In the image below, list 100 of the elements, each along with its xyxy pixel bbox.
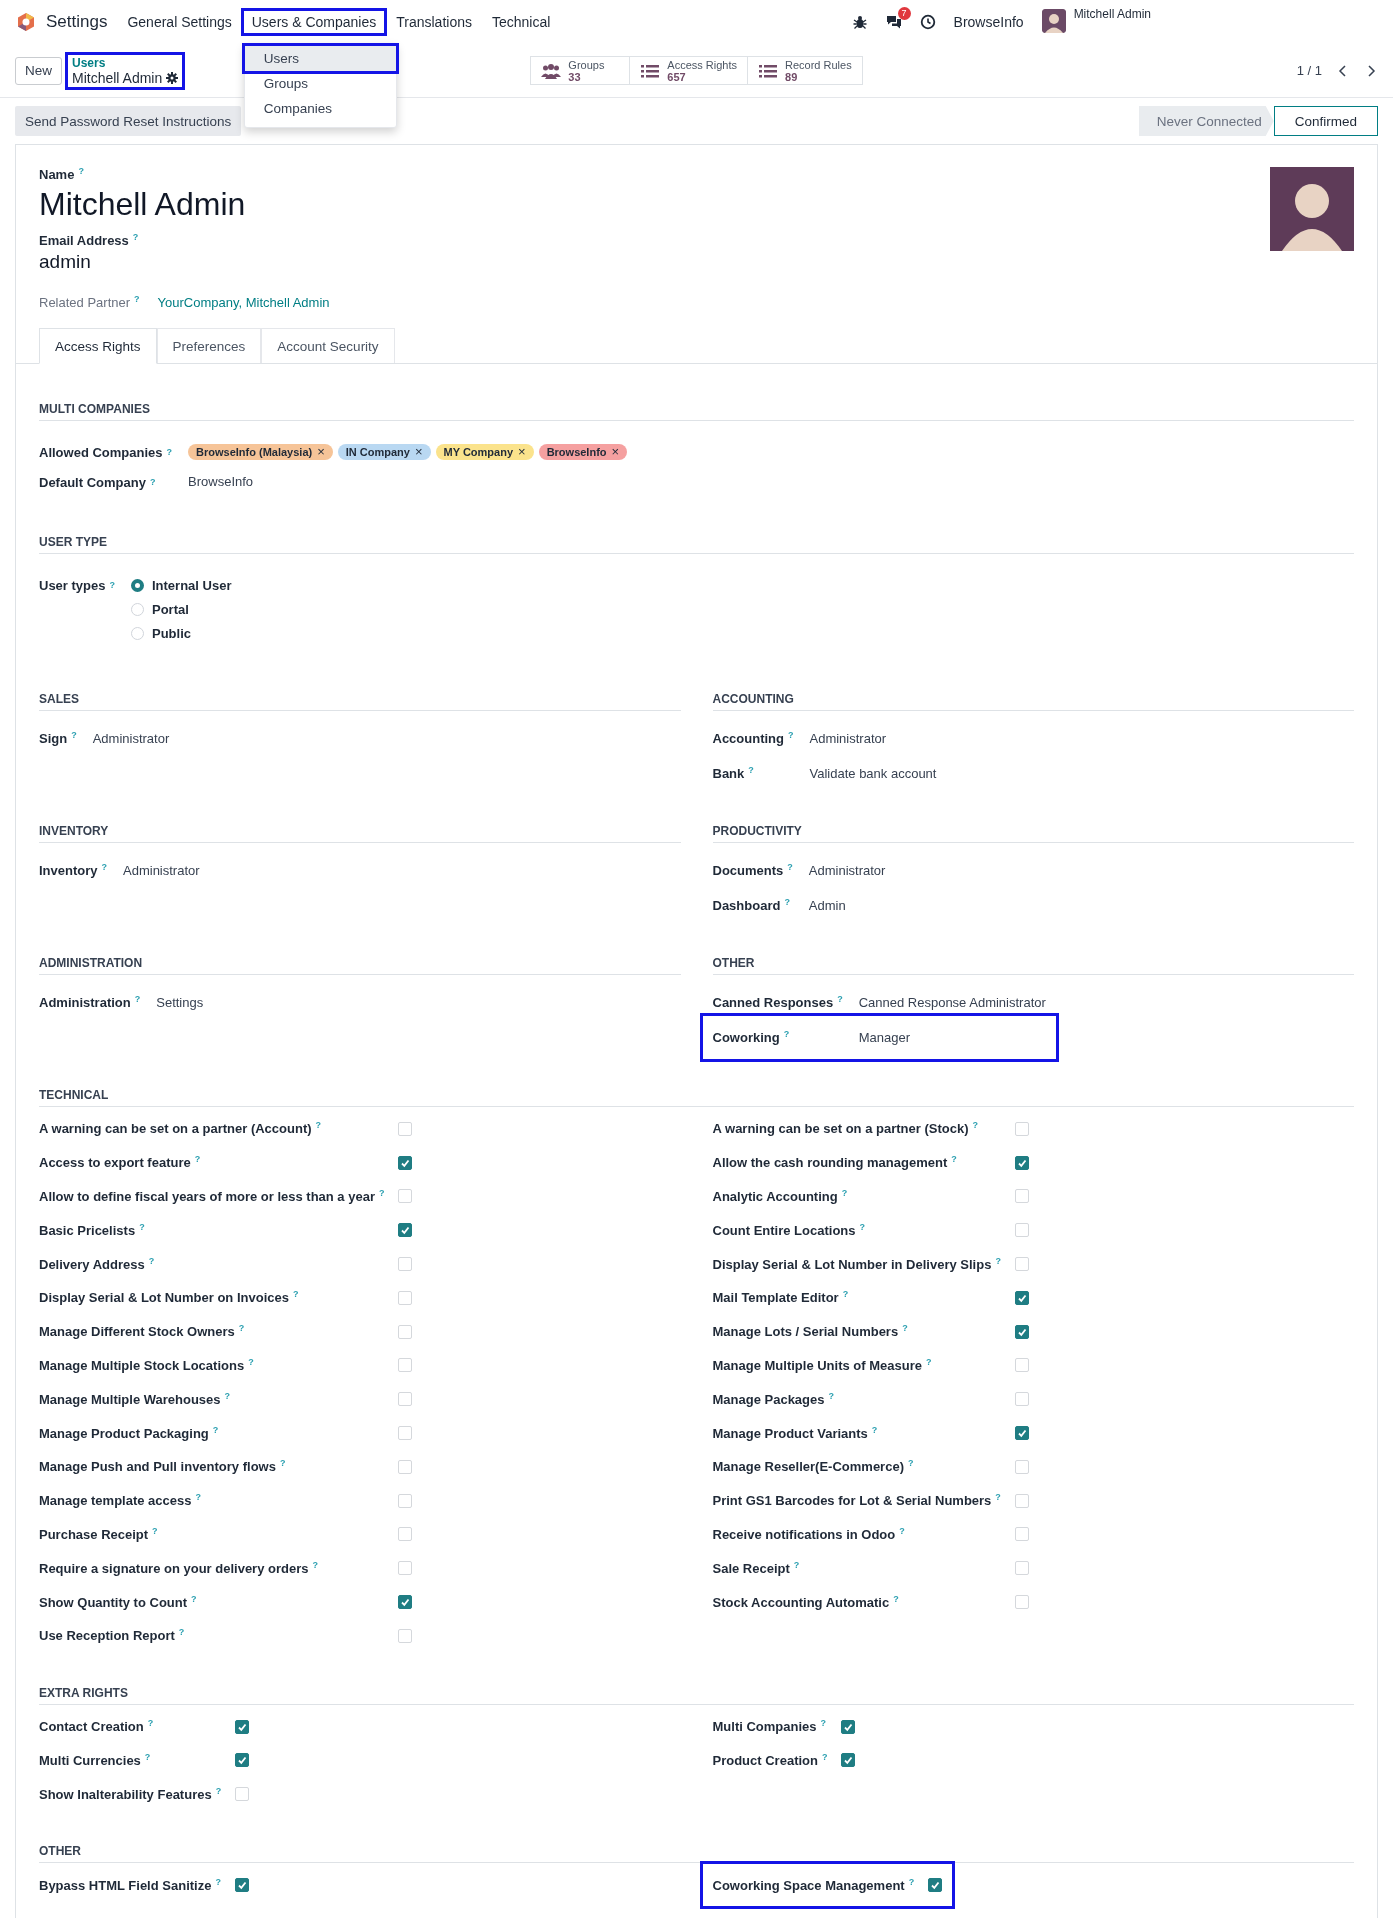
help-mark[interactable]: ? <box>837 995 843 1004</box>
help-mark[interactable]: ? <box>134 295 140 304</box>
breadcrumb-link[interactable]: Users <box>72 55 179 71</box>
menu-item[interactable]: Users & Companies <box>243 11 385 33</box>
help-mark[interactable]: ? <box>972 1121 978 1131</box>
user-name[interactable]: Mitchell Admin <box>1073 7 1151 21</box>
help-mark[interactable]: ? <box>784 898 790 907</box>
checkbox[interactable] <box>928 1878 943 1893</box>
help-mark[interactable]: ? <box>793 1560 800 1570</box>
help-mark[interactable]: ? <box>215 1786 222 1796</box>
help-mark[interactable]: ? <box>926 1357 932 1367</box>
field-value[interactable]: Administrator <box>809 731 937 746</box>
help-mark[interactable]: ? <box>147 1719 154 1729</box>
tag-remove-button[interactable]: × <box>317 446 325 458</box>
help-mark[interactable]: ? <box>215 1877 221 1887</box>
help-mark[interactable]: ? <box>78 167 84 176</box>
checkbox[interactable] <box>1014 1324 1029 1339</box>
help-mark[interactable]: ? <box>893 1594 899 1604</box>
help-mark[interactable]: ? <box>101 863 107 872</box>
menu-item[interactable]: Technical <box>484 11 559 33</box>
help-mark[interactable]: ? <box>820 1719 826 1729</box>
help-mark[interactable]: ? <box>139 1222 145 1232</box>
help-mark[interactable]: ? <box>109 580 115 590</box>
help-mark[interactable]: ? <box>821 1752 828 1762</box>
field-value[interactable]: Manager <box>858 1030 1046 1045</box>
company-name[interactable]: BrowseInfo <box>953 14 1024 30</box>
help-mark[interactable]: ? <box>951 1155 957 1165</box>
help-mark[interactable]: ? <box>859 1222 865 1232</box>
help-mark[interactable]: ? <box>195 1493 201 1503</box>
checkbox[interactable] <box>398 1595 413 1610</box>
tab[interactable]: Preferences <box>156 328 262 363</box>
help-mark[interactable]: ? <box>292 1290 299 1300</box>
help-mark[interactable]: ? <box>899 1526 905 1536</box>
field-value[interactable]: Validate bank account <box>809 766 937 781</box>
partner-link[interactable]: YourCompany, Mitchell Admin <box>157 295 330 310</box>
help-mark[interactable]: ? <box>841 1189 848 1198</box>
help-mark[interactable]: ? <box>248 1357 254 1367</box>
help-mark[interactable]: ? <box>787 863 793 872</box>
tab[interactable]: Access Rights <box>39 328 157 364</box>
checkbox[interactable] <box>398 1155 413 1170</box>
dropdown-item[interactable]: Groups <box>244 71 396 96</box>
help-mark[interactable]: ? <box>191 1594 197 1604</box>
help-mark[interactable]: ? <box>152 1526 158 1536</box>
checkbox[interactable] <box>398 1223 413 1238</box>
field-value[interactable]: Admin <box>808 898 886 913</box>
status-step[interactable]: Confirmed <box>1273 106 1378 136</box>
help-mark[interactable]: ? <box>378 1189 385 1198</box>
help-mark[interactable]: ? <box>212 1425 219 1435</box>
field-value[interactable]: Administrator <box>123 863 200 878</box>
help-mark[interactable]: ? <box>132 233 139 242</box>
help-mark[interactable]: ? <box>995 1256 1001 1266</box>
help-mark[interactable]: ? <box>312 1560 318 1570</box>
help-mark[interactable]: ? <box>907 1459 914 1469</box>
help-mark[interactable]: ? <box>144 1752 151 1762</box>
dropdown-item[interactable]: Companies <box>244 96 396 121</box>
status-step[interactable]: Never Connected <box>1138 106 1274 136</box>
help-mark[interactable]: ? <box>908 1877 915 1887</box>
checkbox[interactable] <box>235 1719 250 1734</box>
help-mark[interactable]: ? <box>788 731 794 740</box>
tag-remove-button[interactable]: × <box>414 446 423 458</box>
checkbox[interactable] <box>1014 1155 1029 1170</box>
help-mark[interactable]: ? <box>224 1391 231 1401</box>
menu-item[interactable]: General Settings <box>119 11 240 33</box>
help-mark[interactable]: ? <box>134 995 141 1004</box>
help-mark[interactable]: ? <box>828 1391 834 1401</box>
help-mark[interactable]: ? <box>71 731 77 740</box>
field-value[interactable]: Administrator <box>92 731 170 746</box>
help-mark[interactable]: ? <box>166 447 173 457</box>
checkbox[interactable] <box>234 1878 249 1893</box>
tab[interactable]: Account Security <box>261 328 395 363</box>
help-mark[interactable]: ? <box>871 1425 878 1435</box>
help-mark[interactable]: ? <box>279 1459 286 1469</box>
help-mark[interactable]: ? <box>178 1628 185 1638</box>
help-mark[interactable]: ? <box>783 1030 790 1039</box>
help-mark[interactable]: ? <box>194 1155 201 1165</box>
checkbox[interactable] <box>841 1719 856 1734</box>
field-value[interactable]: Administrator <box>808 863 886 878</box>
checkbox[interactable] <box>1014 1426 1029 1441</box>
field-value[interactable]: BrowseInfo <box>188 467 628 497</box>
reset-password-button[interactable]: Send Password Reset Instructions <box>15 106 242 136</box>
field-value[interactable]: Canned Response Administrator <box>858 995 1046 1010</box>
radio-button[interactable] <box>131 578 144 592</box>
email-field[interactable]: admin <box>39 251 330 273</box>
help-mark[interactable]: ? <box>238 1324 245 1334</box>
help-mark[interactable]: ? <box>315 1121 322 1131</box>
help-mark[interactable]: ? <box>995 1493 1001 1503</box>
checkbox[interactable] <box>235 1753 250 1768</box>
tag-remove-button[interactable]: × <box>518 446 526 458</box>
field-value[interactable]: Settings <box>156 995 204 1010</box>
user-name-field[interactable]: Mitchell Admin <box>39 186 330 223</box>
tag-remove-button[interactable]: × <box>611 446 620 458</box>
help-mark[interactable]: ? <box>902 1324 908 1334</box>
help-mark[interactable]: ? <box>748 766 754 775</box>
menu-item[interactable]: Translations <box>388 11 480 33</box>
help-mark[interactable]: ? <box>149 477 156 487</box>
help-mark[interactable]: ? <box>148 1256 155 1266</box>
checkbox[interactable] <box>1014 1290 1029 1305</box>
new-button[interactable]: New <box>15 56 62 85</box>
dropdown-item[interactable]: Users <box>244 46 396 71</box>
checkbox[interactable] <box>841 1753 856 1768</box>
